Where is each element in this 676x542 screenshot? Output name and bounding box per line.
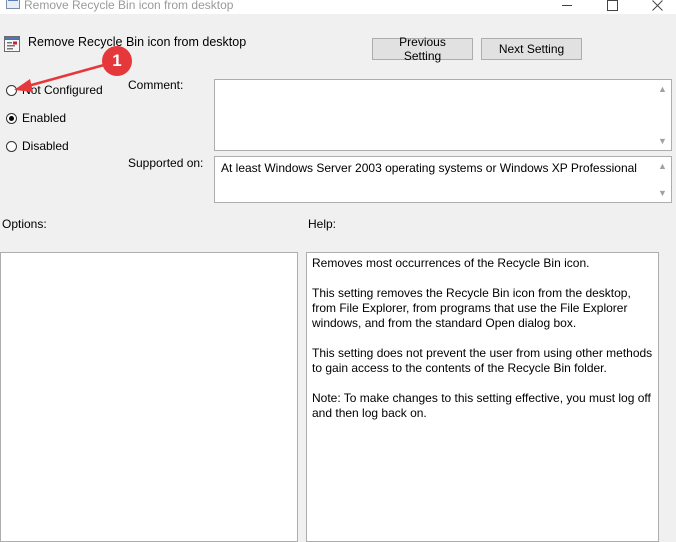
annotation-arrow-head [14, 79, 33, 92]
annotation-arrow [14, 63, 105, 92]
annotation-badge: 1 [102, 46, 132, 76]
annotation-arrow-line [27, 63, 105, 88]
